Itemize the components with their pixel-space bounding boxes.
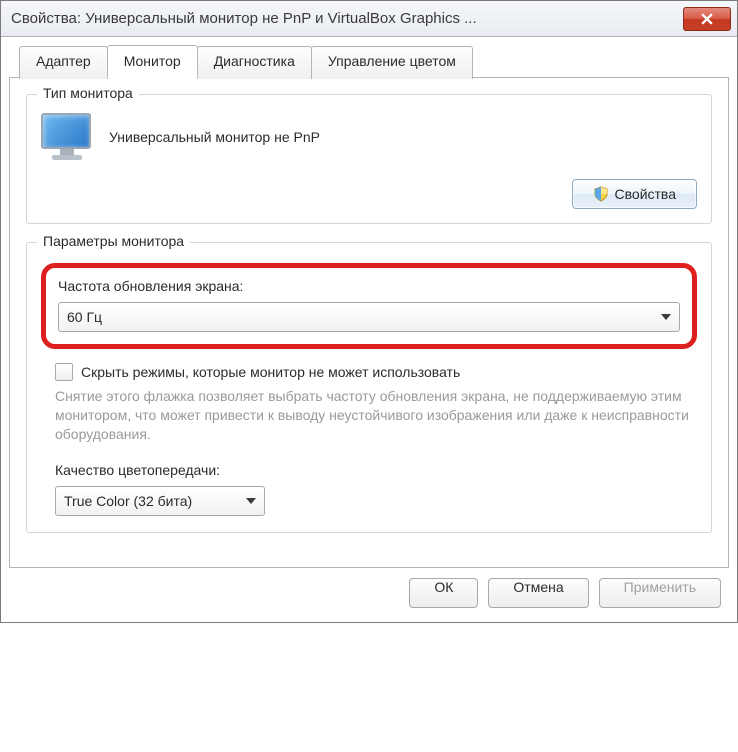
hide-modes-checkbox[interactable] <box>55 363 73 381</box>
tab-color-management[interactable]: Управление цветом <box>311 46 473 79</box>
cancel-button[interactable]: Отмена <box>488 578 588 608</box>
refresh-rate-value: 60 Гц <box>67 309 102 325</box>
tab-adapter[interactable]: Адаптер <box>19 46 108 79</box>
properties-button-row: Свойства <box>41 179 697 209</box>
properties-button[interactable]: Свойства <box>572 179 697 209</box>
tab-panel-monitor: Тип монитора Универсальный монитор не Pn… <box>9 77 729 568</box>
chevron-down-icon <box>246 498 256 504</box>
window-title: Свойства: Универсальный монитор не PnP и… <box>11 10 683 27</box>
properties-button-label: Свойства <box>615 186 676 202</box>
properties-dialog: Свойства: Универсальный монитор не PnP и… <box>0 0 738 623</box>
hide-modes-row: Скрыть режимы, которые монитор не может … <box>55 363 697 381</box>
tab-strip: Адаптер Монитор Диагностика Управление ц… <box>19 45 729 78</box>
chevron-down-icon <box>661 314 671 320</box>
client-area: Адаптер Монитор Диагностика Управление ц… <box>1 37 737 622</box>
monitor-device-name: Универсальный монитор не PnP <box>109 129 320 145</box>
refresh-rate-highlight: Частота обновления экрана: 60 Гц <box>41 263 697 349</box>
color-quality-label: Качество цветопередачи: <box>55 462 697 478</box>
tab-diagnostics[interactable]: Диагностика <box>197 46 312 79</box>
monitor-type-row: Универсальный монитор не PnP <box>41 113 697 161</box>
group-monitor-params-title: Параметры монитора <box>37 233 190 249</box>
titlebar: Свойства: Универсальный монитор не PnP и… <box>1 1 737 37</box>
refresh-rate-dropdown[interactable]: 60 Гц <box>58 302 680 332</box>
close-button[interactable] <box>683 7 731 31</box>
group-monitor-type: Тип монитора Универсальный монитор не Pn… <box>26 94 712 224</box>
apply-button[interactable]: Применить <box>599 578 721 608</box>
color-quality-value: True Color (32 бита) <box>64 493 192 509</box>
group-monitor-type-title: Тип монитора <box>37 85 139 101</box>
hide-modes-label: Скрыть режимы, которые монитор не может … <box>81 364 460 380</box>
shield-icon <box>593 186 609 202</box>
color-quality-dropdown[interactable]: True Color (32 бита) <box>55 486 265 516</box>
monitor-icon <box>41 113 93 161</box>
ok-button[interactable]: ОК <box>409 578 478 608</box>
group-monitor-params: Параметры монитора Частота обновления эк… <box>26 242 712 533</box>
tab-monitor[interactable]: Монитор <box>107 45 198 78</box>
refresh-rate-label: Частота обновления экрана: <box>58 278 680 294</box>
close-icon <box>701 13 713 25</box>
hide-modes-hint: Снятие этого флажка позволяет выбрать ча… <box>55 387 693 444</box>
dialog-button-bar: ОК Отмена Применить <box>9 568 729 612</box>
